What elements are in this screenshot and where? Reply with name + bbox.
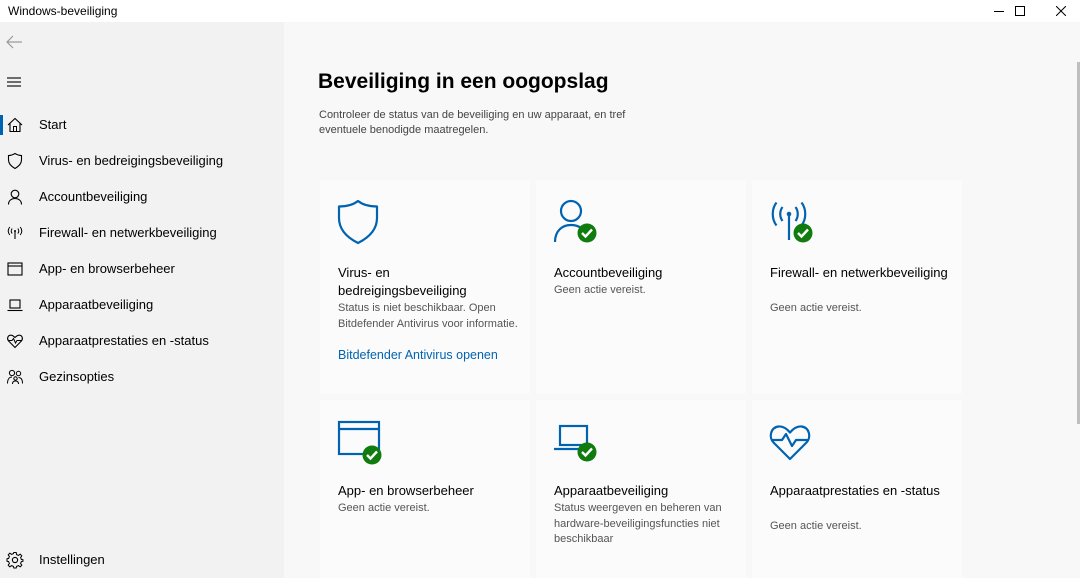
card-account-protection[interactable]: Accountbeveiliging Geen actie vereist. (536, 180, 746, 394)
card-title: Virus- en bedreigingsbeveiliging (338, 265, 467, 298)
home-icon (7, 117, 23, 133)
sidebar-item-start[interactable]: Start (0, 107, 284, 143)
sidebar-item-device-security[interactable]: Apparaatbeveiliging (0, 287, 284, 323)
sidebar-item-label: Accountbeveiliging (39, 189, 148, 204)
shield-icon (337, 199, 379, 245)
maximize-button[interactable] (997, 0, 1043, 22)
card-status: Geen actie vereist. (338, 502, 430, 514)
sidebar-item-label: Apparaatbeveiliging (39, 297, 154, 312)
sidebar: Start Virus- en bedreigingsbeveiliging A… (0, 22, 284, 578)
sidebar-item-device-performance[interactable]: Apparaatprestaties en -status (0, 323, 284, 359)
laptop-icon (7, 299, 23, 312)
sidebar-item-label: Apparaatprestaties en -status (39, 333, 209, 348)
hamburger-menu-button[interactable] (4, 72, 26, 92)
card-status: Geen actie vereist. (770, 302, 862, 314)
sidebar-item-label: Firewall- en netwerkbeveiliging (39, 225, 217, 240)
page-title: Beveiliging in een oogopslag (318, 70, 609, 93)
close-button[interactable] (1038, 0, 1080, 22)
card-firewall[interactable]: Firewall- en netwerkbeveiliging Geen act… (752, 180, 962, 394)
sidebar-item-label: App- en browserbeheer (39, 261, 175, 276)
arrow-left-icon (6, 35, 22, 49)
antenna-icon (7, 226, 23, 239)
card-virus-protection[interactable]: Virus- en bedreigingsbeveiliging Status … (320, 180, 530, 394)
active-indicator (0, 115, 3, 135)
heart-icon (7, 334, 23, 349)
card-title: App- en browserbeheer (338, 483, 474, 498)
sidebar-item-family-options[interactable]: Gezinsopties (0, 359, 284, 395)
card-status: Geen actie vereist. (770, 520, 862, 532)
sidebar-item-virus-protection[interactable]: Virus- en bedreigingsbeveiliging (0, 143, 284, 179)
shield-icon (7, 152, 23, 170)
card-status: Geen actie vereist. (554, 284, 646, 296)
sidebar-item-label: Virus- en bedreigingsbeveiliging (39, 153, 224, 168)
person-check-icon (553, 199, 597, 243)
window-title: Windows-beveiliging (8, 4, 118, 18)
card-app-browser[interactable]: App- en browserbeheer Geen actie vereist… (320, 400, 530, 578)
back-button[interactable] (4, 32, 26, 52)
close-icon (1056, 6, 1066, 16)
heart-pulse-icon (769, 425, 811, 461)
card-title: Accountbeveiliging (554, 265, 663, 280)
antenna-check-icon (771, 201, 813, 243)
sidebar-item-label: Instellingen (39, 552, 105, 567)
maximize-icon (1015, 6, 1025, 16)
sidebar-item-settings[interactable]: Instellingen (0, 542, 284, 578)
title-bar: Windows-beveiliging (0, 0, 1080, 22)
card-device-security[interactable]: Apparaatbeveiliging Status weergeven en … (536, 400, 746, 578)
browser-window-icon (7, 262, 23, 276)
open-bitdefender-link[interactable]: Bitdefender Antivirus openen (338, 348, 498, 362)
sidebar-item-account-protection[interactable]: Accountbeveiliging (0, 179, 284, 215)
card-device-performance[interactable]: Apparaatprestaties en -status Geen actie… (752, 400, 962, 578)
sidebar-item-firewall[interactable]: Firewall- en netwerkbeveiliging (0, 215, 284, 251)
page-description: Controleer de status van de beveiliging … (319, 109, 626, 136)
gear-icon (6, 552, 24, 569)
family-icon (7, 369, 23, 385)
hamburger-icon (7, 77, 21, 87)
sidebar-item-label: Gezinsopties (39, 369, 115, 384)
sidebar-item-app-browser[interactable]: App- en browserbeheer (0, 251, 284, 287)
card-title: Apparaatbeveiliging (554, 483, 669, 498)
main-content: Beveiliging in een oogopslag Controleer … (284, 22, 1080, 578)
card-status: Status weergeven en beheren van hardware… (554, 502, 722, 545)
browser-check-icon (337, 420, 382, 465)
card-status: Status is niet beschikbaar. Open Bitdefe… (338, 302, 518, 330)
sidebar-item-label: Start (39, 117, 67, 132)
laptop-check-icon (554, 424, 597, 462)
card-title: Apparaatprestaties en -status (770, 483, 940, 498)
person-icon (7, 189, 23, 205)
card-title: Firewall- en netwerkbeveiliging (770, 265, 948, 280)
